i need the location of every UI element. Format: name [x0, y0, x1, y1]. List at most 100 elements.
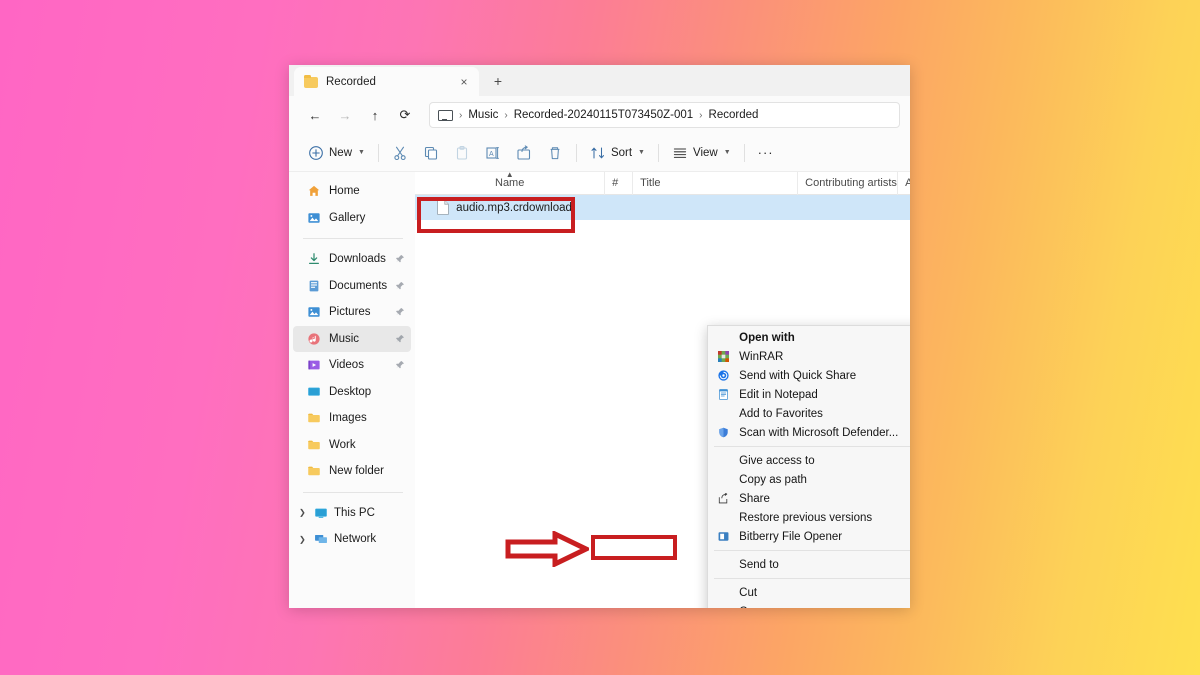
this-pc-icon [314, 506, 328, 520]
column-header-name[interactable]: ▲ Name [415, 172, 605, 195]
column-header-album[interactable]: Album [898, 172, 910, 195]
menu-divider [714, 446, 910, 447]
menu-item-edit-in-notepad[interactable]: Edit in Notepad [708, 385, 910, 404]
sort-ascending-icon: ▲ [506, 170, 514, 179]
cut-button[interactable] [385, 139, 415, 167]
menu-item-bitberry-file-opener[interactable]: Bitberry File Opener ❯ [708, 527, 910, 546]
notepad-icon [716, 387, 731, 402]
share-button[interactable] [509, 139, 539, 167]
menu-item-send-with-quick-share[interactable]: Send with Quick Share [708, 366, 910, 385]
sidebar-item-images[interactable]: Images [293, 405, 411, 432]
folder-icon [307, 438, 321, 452]
tab-strip: Recorded × + [289, 65, 511, 96]
sidebar-item-home[interactable]: Home [293, 178, 411, 205]
close-icon[interactable]: × [455, 73, 473, 91]
sidebar-item-network[interactable]: ❯ Network [293, 526, 411, 553]
refresh-icon[interactable]: ⟳ [391, 102, 419, 128]
sidebar-item-work[interactable]: Work [293, 432, 411, 459]
menu-item-open-with[interactable]: Open with [708, 328, 910, 347]
sidebar-item-documents[interactable]: Documents [293, 273, 411, 300]
up-icon[interactable]: ↑ [361, 102, 389, 128]
ellipsis-icon: ··· [758, 145, 774, 160]
menu-item-cut[interactable]: Cut [708, 583, 910, 602]
delete-icon [547, 145, 563, 161]
sidebar-item-label: Network [334, 533, 405, 545]
pin-icon[interactable] [395, 334, 405, 344]
menu-item-label: Edit in Notepad [739, 389, 910, 401]
downloads-icon [307, 252, 321, 266]
pin-icon[interactable] [395, 254, 405, 264]
column-header-label: # [612, 177, 618, 189]
divider [744, 144, 745, 162]
sidebar-item-this-pc[interactable]: ❯ This PC [293, 500, 411, 527]
view-button[interactable]: View ▼ [665, 139, 738, 167]
right-arrow-annotation [505, 531, 589, 567]
menu-divider [714, 550, 910, 551]
menu-item-label: Share [739, 493, 910, 505]
sidebar-item-desktop[interactable]: Desktop [293, 379, 411, 406]
view-button-label: View [693, 147, 718, 159]
new-button[interactable]: New ▼ [301, 139, 372, 167]
table-row[interactable]: audio.mp3.crdownload [415, 195, 910, 220]
copy-button[interactable] [416, 139, 446, 167]
breadcrumb-item-recorded[interactable]: Recorded [709, 109, 759, 121]
menu-item-copy-as-path[interactable]: Copy as path [708, 470, 910, 489]
menu-item-give-access-to[interactable]: Give access to ❯ [708, 451, 910, 470]
column-header-title[interactable]: Title [633, 172, 798, 195]
chevron-down-icon: ▼ [638, 149, 645, 156]
menu-item-copy[interactable]: Copy [708, 602, 910, 608]
view-icon [672, 145, 688, 161]
defender-icon [716, 425, 731, 440]
menu-item-send-to[interactable]: Send to ❯ [708, 555, 910, 574]
breadcrumb-item-recorded-folder[interactable]: Recorded-20240115T073450Z-001 [514, 109, 693, 121]
sidebar-item-label: This PC [334, 507, 405, 519]
sidebar-item-gallery[interactable]: Gallery [293, 205, 411, 232]
chevron-right-icon[interactable]: ❯ [299, 535, 309, 544]
column-header-contributing-artists[interactable]: Contributing artists [798, 172, 898, 195]
sidebar-item-music[interactable]: Music [293, 326, 411, 353]
menu-item-label: Cut [739, 587, 910, 599]
sidebar-item-label: Documents [329, 280, 387, 292]
breadcrumb-item-music[interactable]: Music [468, 109, 498, 121]
menu-item-label: Send to [739, 559, 910, 571]
menu-item-share[interactable]: Share [708, 489, 910, 508]
new-tab-icon[interactable]: + [485, 68, 511, 94]
pin-icon[interactable] [395, 360, 405, 370]
documents-icon [307, 279, 321, 293]
delete-button[interactable] [540, 139, 570, 167]
blank-icon [716, 604, 731, 608]
sidebar-item-downloads[interactable]: Downloads [293, 246, 411, 273]
sort-button-label: Sort [611, 147, 632, 159]
chevron-right-icon[interactable]: ❯ [299, 508, 309, 517]
gallery-icon [307, 211, 321, 225]
pin-icon[interactable] [395, 307, 405, 317]
menu-item-scan-with-microsoft-defender[interactable]: Scan with Microsoft Defender... [708, 423, 910, 442]
sidebar-item-label: Desktop [329, 386, 405, 398]
breadcrumb[interactable]: › Music › Recorded-20240115T073450Z-001 … [429, 102, 900, 128]
sidebar-item-label: Downloads [329, 253, 387, 265]
back-icon[interactable]: ← [301, 102, 329, 128]
divider [303, 492, 403, 493]
breadcrumb-separator-1: › [502, 110, 509, 121]
more-options-button[interactable]: ··· [751, 139, 781, 167]
menu-item-winrar[interactable]: WinRAR ❯ [708, 347, 910, 366]
forward-icon[interactable]: → [331, 102, 359, 128]
sidebar-item-label: Gallery [329, 212, 405, 224]
rename-button[interactable]: A [478, 139, 508, 167]
paste-button [447, 139, 477, 167]
column-header-label: Title [640, 177, 660, 189]
svg-text:A: A [489, 151, 494, 158]
address-bar: ← → ↑ ⟳ › Music › Recorded-20240115T0734… [289, 96, 910, 134]
sort-button[interactable]: Sort ▼ [583, 139, 652, 167]
sidebar-item-new-folder[interactable]: New folder [293, 458, 411, 485]
blank-icon [716, 453, 731, 468]
tab-recorded[interactable]: Recorded × [294, 67, 479, 96]
menu-item-add-to-favorites[interactable]: Add to Favorites [708, 404, 910, 423]
menu-item-label: Send with Quick Share [739, 370, 910, 382]
pin-icon[interactable] [395, 281, 405, 291]
column-header-number[interactable]: # [605, 172, 633, 195]
sidebar-item-pictures[interactable]: Pictures [293, 299, 411, 326]
menu-item-restore-previous-versions[interactable]: Restore previous versions [708, 508, 910, 527]
sort-icon [590, 145, 606, 161]
sidebar-item-videos[interactable]: Videos [293, 352, 411, 379]
